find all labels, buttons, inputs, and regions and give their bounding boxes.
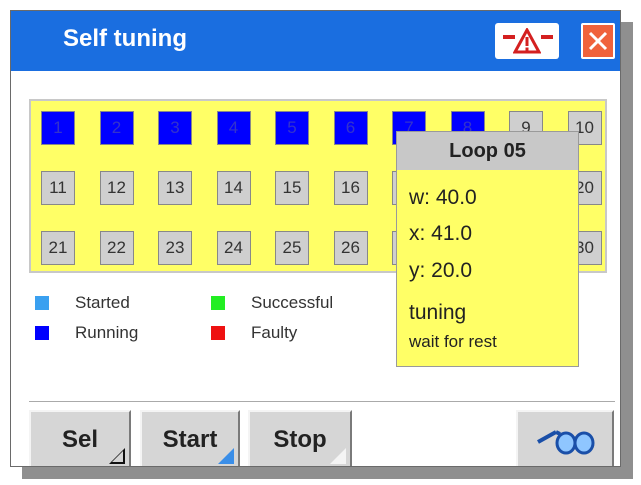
glasses-icon [537,430,595,455]
legend-swatch-successful [211,296,225,310]
legend-label-started: Started [75,293,130,312]
legend-swatch-started [35,296,49,310]
close-icon [588,31,608,51]
legend-faulty: Faulty [211,323,297,343]
legend-started: Started [35,293,130,313]
sel-button-label: Sel [61,426,99,453]
sel-button[interactable]: Sel [29,410,131,466]
sel-corner-inner [112,451,123,462]
loop-cell-3[interactable]: 3 [158,111,192,145]
loop-cell-1[interactable]: 1 [41,111,75,145]
legend-running: Running [35,323,138,343]
warning-triangle-icon [513,28,541,54]
loop-cell-21[interactable]: 21 [41,231,75,265]
start-corner-triangle [218,448,234,464]
loop-cell-22[interactable]: 22 [99,231,134,265]
tooltip-status: tuning [409,301,467,324]
loop-cell-13[interactable]: 13 [158,171,192,205]
loop-cell-15[interactable]: 15 [275,171,309,205]
legend-swatch-running [35,326,49,340]
tooltip-w: w: 40.0 [409,186,477,209]
tooltip-title: Loop 05 [397,132,578,170]
stop-button-label: Stop [273,426,327,453]
start-button[interactable]: Start [140,410,240,466]
loop-tooltip: Loop 05 w: 40.0 x: 41.0 y: 20.0 tuning w… [396,131,579,367]
loop-cell-5[interactable]: 5 [275,111,309,145]
loop-cell-11[interactable]: 11 [41,171,75,205]
loop-cell-12[interactable]: 12 [99,171,134,205]
tooltip-detail: wait for rest [409,332,497,351]
title-bar: Self tuning [11,11,620,71]
loop-cell-14[interactable]: 14 [216,171,251,205]
stop-corner-triangle [330,448,346,464]
legend-label-successful: Successful [251,293,334,312]
divider [29,401,615,402]
loop-cell-25[interactable]: 25 [275,231,309,265]
loop-cell-2[interactable]: 2 [99,111,134,145]
alarm-button[interactable] [495,23,559,59]
loop-cell-26[interactable]: 26 [333,231,368,265]
legend-label-faulty: Faulty [251,323,298,342]
loop-cell-6[interactable]: 6 [333,111,368,145]
tooltip-x: x: 41.0 [409,222,473,245]
window-title: Self tuning [63,25,187,52]
legend-successful: Successful [211,293,333,313]
self-tuning-window: Self tuning 1234567891011121314151617181… [10,10,621,467]
stop-button[interactable]: Stop [248,410,352,466]
legend-swatch-faulty [211,326,225,340]
loop-cell-24[interactable]: 24 [216,231,251,265]
start-button-label: Start [162,426,218,453]
loop-cell-4[interactable]: 4 [216,111,251,145]
alarm-dash-right [541,35,553,39]
legend-label-running: Running [75,323,139,342]
tooltip-y: y: 20.0 [409,259,473,282]
close-button[interactable] [581,23,615,59]
view-button[interactable] [516,410,614,466]
loop-cell-16[interactable]: 16 [333,171,368,205]
loop-cell-23[interactable]: 23 [158,231,192,265]
